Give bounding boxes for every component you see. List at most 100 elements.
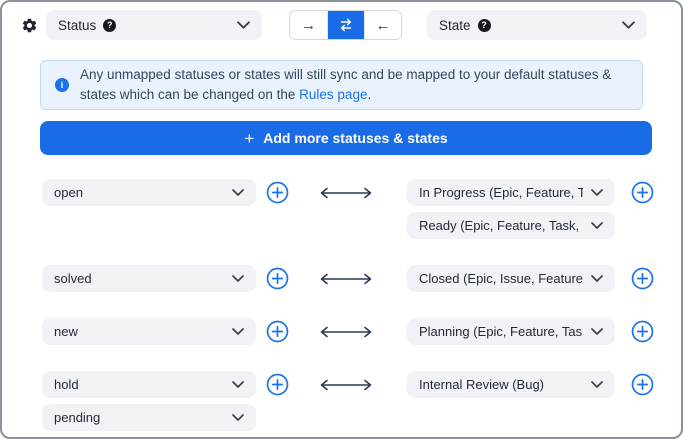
add-status-button[interactable] — [266, 181, 289, 204]
right-state-column: Internal Review (Bug) — [407, 371, 615, 398]
add-state-button[interactable] — [631, 320, 654, 343]
one-way-left-button[interactable]: ← — [364, 11, 401, 39]
left-plus-slot — [266, 371, 289, 398]
chevron-down-icon — [232, 328, 244, 335]
status-select[interactable]: solved — [42, 265, 256, 292]
two-way-sync-button[interactable] — [327, 11, 364, 39]
left-status-column: open — [42, 179, 256, 206]
add-status-button[interactable] — [266, 373, 289, 396]
unmapped-info-banner: i Any unmapped statuses or states will s… — [40, 60, 643, 110]
left-status-column: solved — [42, 265, 256, 292]
add-status-button[interactable] — [266, 267, 289, 290]
chevron-down-icon — [591, 222, 603, 229]
status-select[interactable]: new — [42, 318, 256, 345]
state-select[interactable]: Planning (Epic, Feature, Task, Bu... — [407, 318, 615, 345]
left-plus-slot — [266, 265, 289, 292]
status-help-icon[interactable]: ? — [103, 18, 117, 32]
add-status-button[interactable] — [266, 320, 289, 343]
one-way-right-button[interactable]: → — [290, 11, 327, 39]
add-state-button[interactable] — [631, 373, 654, 396]
add-state-button[interactable] — [631, 181, 654, 204]
status-select[interactable]: pending — [42, 404, 256, 431]
arrow-slot — [317, 179, 375, 206]
chevron-down-icon — [591, 189, 603, 196]
settings-button[interactable] — [20, 16, 38, 34]
status-field-label: Status — [58, 17, 97, 33]
banner-text-suffix: . — [367, 87, 372, 102]
mapping-list: open In Progress (Epic, Feature, Task, .… — [2, 179, 681, 431]
sync-direction-toggle: → ← — [289, 10, 402, 40]
select-value: In Progress (Epic, Feature, Task, ... — [419, 185, 583, 200]
two-way-mapping-arrow-icon — [320, 273, 372, 284]
add-state-button[interactable] — [631, 267, 654, 290]
right-plus-slot — [631, 371, 654, 398]
chevron-down-icon — [591, 275, 603, 282]
add-more-statuses-button[interactable]: + Add more statuses & states — [40, 121, 652, 155]
state-select[interactable]: In Progress (Epic, Feature, Task, ... — [407, 179, 615, 206]
banner-text: Any unmapped statuses or states will sti… — [80, 65, 628, 105]
left-plus-slot — [266, 318, 289, 345]
status-select[interactable]: hold — [42, 371, 256, 398]
arrow-slot — [317, 318, 375, 345]
select-value: hold — [54, 377, 79, 392]
plus-circle-icon — [266, 181, 289, 204]
rules-page-link[interactable]: Rules page — [299, 87, 367, 102]
select-value: pending — [54, 410, 101, 425]
mapping-group: open In Progress (Epic, Feature, Task, .… — [42, 179, 681, 239]
left-status-column: new — [42, 318, 256, 345]
plus-circle-icon — [631, 267, 654, 290]
chevron-down-icon — [622, 21, 635, 29]
state-field-label: State — [439, 17, 471, 33]
left-arrow-icon: ← — [375, 16, 391, 34]
state-field-select[interactable]: State ? — [427, 10, 647, 40]
select-value: Internal Review (Bug) — [419, 377, 544, 392]
plus-circle-icon — [631, 373, 654, 396]
state-select[interactable]: Closed (Epic, Issue, Feature, Task... — [407, 265, 615, 292]
chevron-down-icon — [232, 275, 244, 282]
select-value: solved — [54, 271, 92, 286]
gear-icon — [22, 18, 36, 32]
plus-icon: + — [244, 128, 255, 148]
two-way-mapping-arrow-icon — [320, 379, 372, 390]
two-way-mapping-arrow-icon — [320, 326, 372, 337]
mapping-header: Status ? → ← State ? — [20, 10, 681, 40]
chevron-down-icon — [232, 189, 244, 196]
status-select[interactable]: open — [42, 179, 256, 206]
left-plus-slot — [266, 179, 289, 206]
chevron-down-icon — [237, 21, 250, 29]
select-value: new — [54, 324, 78, 339]
chevron-down-icon — [591, 328, 603, 335]
plus-circle-icon — [266, 320, 289, 343]
right-arrow-icon: → — [301, 16, 316, 34]
chevron-down-icon — [232, 414, 244, 421]
select-value: Planning (Epic, Feature, Task, Bu... — [419, 324, 583, 339]
plus-circle-icon — [266, 373, 289, 396]
arrow-slot — [317, 265, 375, 292]
right-state-column: In Progress (Epic, Feature, Task, ... Re… — [407, 179, 615, 239]
two-way-mapping-arrow-icon — [320, 187, 372, 198]
right-plus-slot — [631, 318, 654, 345]
plus-circle-icon — [631, 181, 654, 204]
chevron-down-icon — [232, 381, 244, 388]
right-state-column: Planning (Epic, Feature, Task, Bu... — [407, 318, 615, 345]
left-status-column: hold pending — [42, 371, 256, 431]
add-more-statuses-label: Add more statuses & states — [263, 130, 448, 146]
right-plus-slot — [631, 179, 654, 206]
status-field-select[interactable]: Status ? — [46, 10, 262, 40]
arrow-slot — [317, 371, 375, 398]
select-value: open — [54, 185, 83, 200]
state-help-icon[interactable]: ? — [477, 18, 491, 32]
mapping-group: solved Closed (Epic, Issue, Feature, Tas… — [42, 265, 681, 292]
right-plus-slot — [631, 265, 654, 292]
select-value: Closed (Epic, Issue, Feature, Task... — [419, 271, 583, 286]
info-icon: i — [55, 78, 69, 92]
right-state-column: Closed (Epic, Issue, Feature, Task... — [407, 265, 615, 292]
status-mapping-panel: Status ? → ← State ? i Any unmapped stat… — [0, 0, 683, 439]
plus-circle-icon — [266, 267, 289, 290]
state-select[interactable]: Internal Review (Bug) — [407, 371, 615, 398]
mapping-group: new Planning (Epic, Feature, Task, Bu... — [42, 318, 681, 345]
state-select[interactable]: Ready (Epic, Feature, Task, Bug, T... — [407, 212, 615, 239]
plus-circle-icon — [631, 320, 654, 343]
chevron-down-icon — [591, 381, 603, 388]
select-value: Ready (Epic, Feature, Task, Bug, T... — [419, 218, 583, 233]
